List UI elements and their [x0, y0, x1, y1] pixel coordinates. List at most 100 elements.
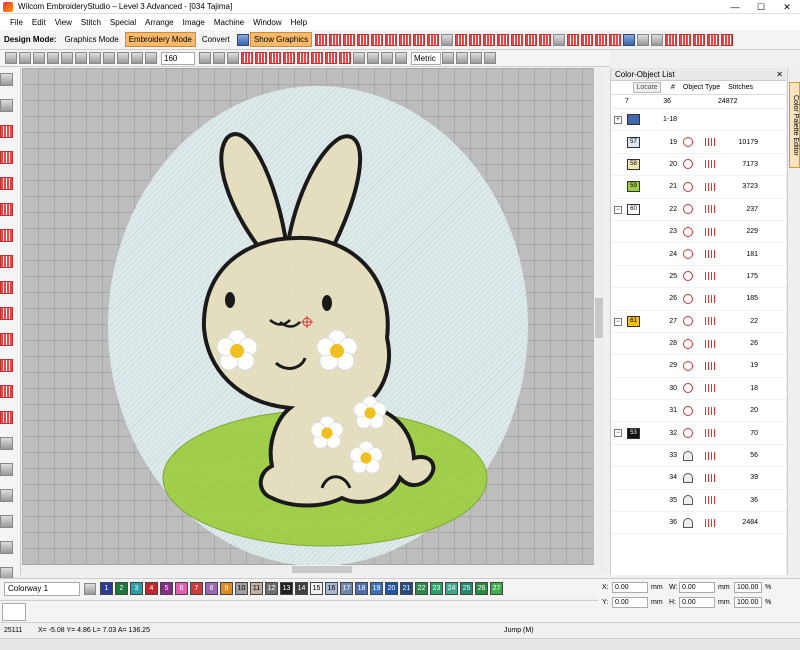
vertical-scrollbar[interactable] [594, 68, 604, 573]
color-swatch[interactable]: 60 [627, 203, 640, 215]
colorway-select[interactable]: Colorway 1 [4, 581, 80, 596]
expand-toggle[interactable]: + [614, 116, 622, 124]
table-row[interactable]: 34 39 [611, 467, 786, 490]
digitize-icon[interactable] [0, 255, 13, 268]
color-chip[interactable]: 11 [250, 582, 263, 595]
stitch-type-icon[interactable] [413, 33, 426, 46]
color-chip[interactable]: 3 [130, 582, 143, 595]
menu-machine[interactable]: Machine [214, 18, 244, 27]
tool-icon[interactable] [395, 52, 407, 64]
minimize-button[interactable]: — [722, 0, 748, 14]
color-swatch[interactable]: 59 [627, 181, 640, 193]
stitch-type-icon[interactable] [483, 33, 496, 46]
table-row[interactable]: −53 32 70 [611, 422, 786, 445]
table-row[interactable]: 33 56 [611, 445, 786, 468]
stitch-type-icon[interactable] [297, 52, 309, 64]
digitize-icon[interactable] [0, 229, 13, 242]
panel-close-icon[interactable]: ✕ [776, 68, 783, 81]
zoom-field[interactable]: 160 [161, 51, 195, 65]
open-icon[interactable] [19, 52, 31, 64]
table-row[interactable]: 23 229 [611, 221, 786, 244]
color-chip[interactable]: 21 [400, 582, 413, 595]
stitch-type-icon[interactable] [707, 33, 720, 46]
color-chip[interactable]: 4 [145, 582, 158, 595]
tool-icon[interactable] [213, 52, 225, 64]
tool-icon[interactable] [484, 52, 496, 64]
color-swatch[interactable]: 57 [627, 136, 640, 148]
stitch-type-icon[interactable] [311, 52, 323, 64]
color-chip[interactable]: 15 [310, 582, 323, 595]
color-chip[interactable]: 5 [160, 582, 173, 595]
table-row[interactable]: −61 27 22 [611, 311, 786, 333]
color-palette-editor-tab[interactable]: Color Palette Editor [789, 82, 800, 168]
scroll-thumb[interactable] [292, 566, 352, 573]
table-row[interactable]: 59 21 3723 [611, 176, 786, 199]
stitch-type-icon[interactable] [255, 52, 267, 64]
embroidery-mode-button[interactable]: Embroidery Mode [124, 32, 196, 47]
stitch-type-icon[interactable] [399, 33, 412, 46]
menu-window[interactable]: Window [253, 18, 281, 27]
new-icon[interactable] [5, 52, 17, 64]
stitch-type-icon[interactable] [609, 33, 622, 46]
close-button[interactable]: ✕ [774, 0, 800, 14]
table-row[interactable]: 25 175 [611, 266, 786, 289]
color-swatch[interactable]: 58 [627, 158, 640, 170]
stitch-type-icon[interactable] [469, 33, 482, 46]
color-chip[interactable]: 2 [115, 582, 128, 595]
digitize-icon[interactable] [0, 151, 13, 164]
color-chip[interactable]: 19 [370, 582, 383, 595]
zoom-in-icon[interactable] [131, 52, 143, 64]
color-chip[interactable]: 13 [280, 582, 293, 595]
digitize-icon[interactable] [0, 125, 13, 138]
tool-icon[interactable] [199, 52, 211, 64]
stitch-type-icon[interactable] [455, 33, 468, 46]
stitch-type-icon[interactable] [721, 33, 734, 46]
color-chip[interactable]: 27 [490, 582, 503, 595]
tool-icon[interactable] [651, 33, 664, 46]
stitch-type-icon[interactable] [385, 33, 398, 46]
locate-button[interactable]: Locate [633, 82, 661, 93]
stitch-type-icon[interactable] [511, 33, 524, 46]
tool-icon[interactable] [637, 33, 650, 46]
stitch-type-icon[interactable] [665, 33, 678, 46]
stitch-type-icon[interactable] [427, 33, 440, 46]
maximize-button[interactable]: ☐ [748, 0, 774, 14]
stitch-type-icon[interactable] [329, 33, 342, 46]
expand-toggle[interactable]: − [614, 429, 622, 438]
color-swatch[interactable]: 61 [627, 315, 640, 327]
stitch-type-icon[interactable] [357, 33, 370, 46]
table-row[interactable]: 28 26 [611, 333, 786, 356]
color-swatch[interactable]: 53 [627, 427, 640, 439]
color-chip[interactable]: 24 [445, 582, 458, 595]
color-chip[interactable]: 7 [190, 582, 203, 595]
menu-arrange[interactable]: Arrange [145, 18, 173, 27]
digitize-icon[interactable] [0, 281, 13, 294]
color-chip[interactable]: 17 [340, 582, 353, 595]
design-canvas[interactable] [22, 68, 594, 573]
color-chip[interactable]: 6 [175, 582, 188, 595]
w-percent-field[interactable]: 100.00 [734, 582, 762, 593]
stitch-type-icon[interactable] [339, 52, 351, 64]
menu-file[interactable]: File [10, 18, 23, 27]
digitize-icon[interactable] [0, 359, 13, 372]
digitize-icon[interactable] [0, 307, 13, 320]
tool-icon[interactable] [381, 52, 393, 64]
copy-icon[interactable] [75, 52, 87, 64]
save-icon[interactable] [33, 52, 45, 64]
color-chip[interactable]: 14 [295, 582, 308, 595]
color-chip[interactable]: 25 [460, 582, 473, 595]
stitch-type-icon[interactable] [567, 33, 580, 46]
table-row[interactable]: 58 20 7173 [611, 154, 786, 177]
color-chip[interactable]: 1 [100, 582, 113, 595]
w-field[interactable]: 0.00 [679, 582, 715, 593]
horizontal-scrollbar[interactable] [22, 565, 594, 574]
menu-special[interactable]: Special [110, 18, 136, 27]
table-row[interactable]: +1-18 [611, 109, 786, 132]
tool-icon[interactable] [442, 52, 454, 64]
digitize-icon[interactable] [0, 385, 13, 398]
tool-icon[interactable] [456, 52, 468, 64]
tool-icon[interactable] [0, 515, 13, 528]
tool-icon[interactable] [441, 33, 454, 46]
stitch-type-icon[interactable] [595, 33, 608, 46]
table-row[interactable]: 36 2484 [611, 512, 786, 535]
